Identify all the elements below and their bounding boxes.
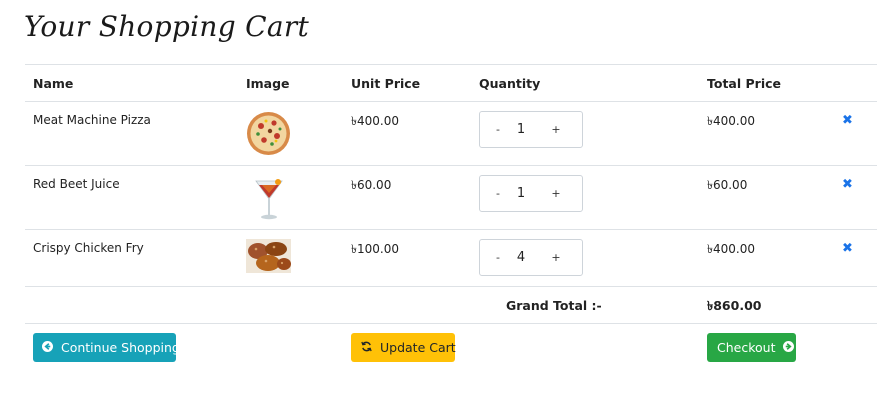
unit-price: ৳100.00 <box>351 242 399 256</box>
row-divider <box>25 323 877 324</box>
grand-total-label: Grand Total :- <box>506 298 602 313</box>
header-unit-price: Unit Price <box>351 76 421 91</box>
row-divider <box>25 101 877 102</box>
update-cart-label: Update Cart <box>379 340 456 355</box>
table-top-border <box>25 64 877 65</box>
remove-icon[interactable]: ✖ <box>842 177 853 192</box>
fried-chicken-image <box>246 239 291 273</box>
decrease-button[interactable]: - <box>488 240 508 275</box>
quantity-stepper: - 1 + <box>479 111 583 148</box>
continue-shopping-button[interactable]: Continue Shopping <box>33 333 180 362</box>
checkout-label: Checkout <box>717 340 776 355</box>
remove-icon[interactable]: ✖ <box>842 113 853 128</box>
header-total-price: Total Price <box>707 76 781 91</box>
quantity-input[interactable]: 1 <box>510 112 532 147</box>
checkout-button[interactable]: Checkout <box>707 333 796 362</box>
refresh-icon <box>361 333 372 362</box>
quantity-input[interactable]: 4 <box>510 240 532 275</box>
remove-icon[interactable]: ✖ <box>842 241 853 256</box>
pizza-image <box>246 111 291 156</box>
unit-price: ৳60.00 <box>351 178 392 192</box>
decrease-button[interactable]: - <box>488 176 508 211</box>
header-name: Name <box>33 76 74 91</box>
decrease-button[interactable]: - <box>488 112 508 147</box>
increase-button[interactable]: + <box>546 112 566 147</box>
header-quantity: Quantity <box>479 76 541 91</box>
product-name: Meat Machine Pizza <box>33 113 151 127</box>
continue-shopping-label: Continue Shopping <box>60 340 180 355</box>
header-image: Image <box>246 76 290 91</box>
total-price: ৳60.00 <box>707 178 748 192</box>
quantity-stepper: - 1 + <box>479 175 583 212</box>
increase-button[interactable]: + <box>546 240 566 275</box>
quantity-stepper: - 4 + <box>479 239 583 276</box>
row-divider <box>25 165 877 166</box>
row-divider <box>25 229 877 230</box>
quantity-input[interactable]: 1 <box>510 176 532 211</box>
increase-button[interactable]: + <box>546 176 566 211</box>
page-title: Your Shopping Cart <box>24 10 310 43</box>
arrow-left-circle-icon <box>42 333 53 362</box>
arrow-right-circle-icon <box>783 333 795 362</box>
unit-price: ৳400.00 <box>351 114 399 128</box>
total-price: ৳400.00 <box>707 114 755 128</box>
product-name: Crispy Chicken Fry <box>33 241 144 255</box>
grand-total-value: ৳860.00 <box>707 298 762 313</box>
product-name: Red Beet Juice <box>33 177 120 191</box>
total-price: ৳400.00 <box>707 242 755 256</box>
row-divider <box>25 286 877 287</box>
update-cart-button[interactable]: Update Cart <box>351 333 456 362</box>
cocktail-glass-image <box>254 177 284 221</box>
